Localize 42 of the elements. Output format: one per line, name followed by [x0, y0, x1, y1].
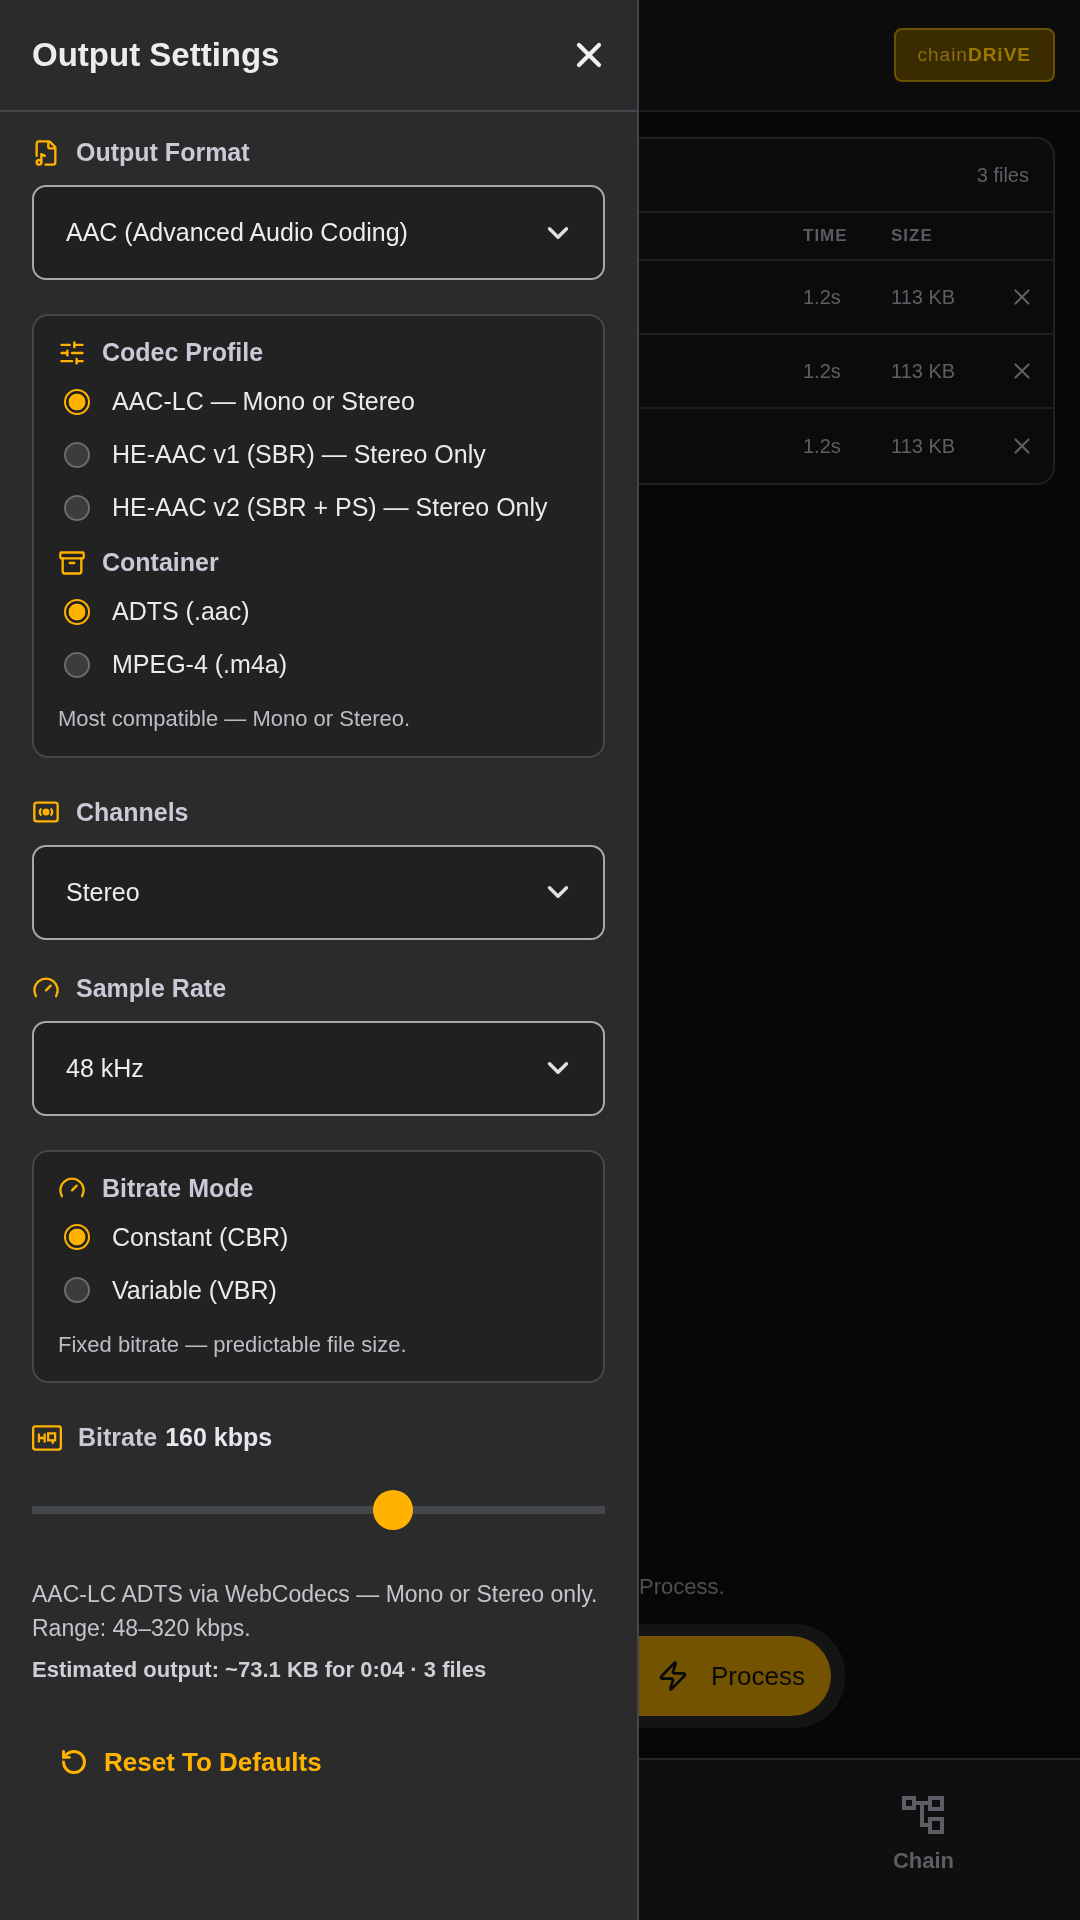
- help-text: Most compatible — Mono or Stereo.: [58, 705, 412, 733]
- file-count: 3 files: [976, 163, 1029, 187]
- table-cell-text: 1.2s: [803, 285, 842, 309]
- table-cell-text: 1.2s: [803, 434, 842, 458]
- group-label: Container: [102, 548, 219, 577]
- dropdown-select[interactable]: 48 kHz: [32, 1020, 605, 1116]
- table-cell-text: 113 KB: [891, 434, 957, 458]
- section-label: Bitrate: [78, 1423, 158, 1453]
- radio-option[interactable]: MPEG-4 (.m4a): [58, 638, 579, 691]
- radio-option[interactable]: AAC-LC — Mono or Stereo: [58, 375, 579, 428]
- radio-option[interactable]: ADTS (.aac): [58, 585, 579, 638]
- radio-option[interactable]: HE-AAC v1 (SBR) — Stereo Only: [58, 428, 579, 481]
- dropdown-select[interactable]: AAC (Advanced Audio Coding): [32, 185, 605, 280]
- section-label: Sample Rate: [76, 973, 227, 1003]
- hq-badge-icon: [32, 1424, 62, 1451]
- section-label: Output Format: [76, 138, 250, 167]
- group-label: Bitrate Mode: [102, 1173, 254, 1203]
- dropdown-select[interactable]: Stereo: [32, 844, 605, 940]
- bitrate-value: 160 kbps: [165, 1423, 273, 1453]
- sliders-icon: [58, 338, 86, 367]
- radio-option[interactable]: HE-AAC v2 (SBR + PS) — Stereo Only: [58, 481, 579, 534]
- reset-icon: [60, 1748, 88, 1777]
- radio-option[interactable]: Constant (CBR): [58, 1210, 579, 1264]
- estimate-text: Estimated output: ~73.1 KB for 0:04 · 3 files: [32, 1656, 488, 1683]
- workflow-icon: [902, 1796, 945, 1834]
- reset-button[interactable]: Reset To Defaults: [60, 1746, 322, 1778]
- slider-thumb[interactable]: [373, 1490, 413, 1531]
- radio-option[interactable]: Variable (VBR): [58, 1263, 579, 1317]
- drawer-title: Output Settings: [32, 36, 280, 74]
- hint-text: Process.: [639, 1574, 726, 1600]
- column-header: TIME: [803, 226, 849, 246]
- help-text: AAC-LC ADTS via WebCodecs — Mono or Stereo only. Range: 48–320 kbps.: [32, 1580, 599, 1643]
- group-label: Codec Profile: [102, 338, 264, 367]
- section-label: Channels: [76, 797, 189, 827]
- column-header: SIZE: [891, 226, 934, 246]
- help-text: Fixed bitrate — predictable file size.: [58, 1330, 408, 1359]
- table-cell-text: 113 KB: [891, 359, 957, 383]
- lightning-icon: [657, 1660, 689, 1692]
- archive-icon: [58, 548, 86, 577]
- table-cell-text: 1.2s: [803, 359, 842, 383]
- table-cell-text: 113 KB: [891, 285, 957, 309]
- logo: chainDRiVE: [893, 28, 1055, 82]
